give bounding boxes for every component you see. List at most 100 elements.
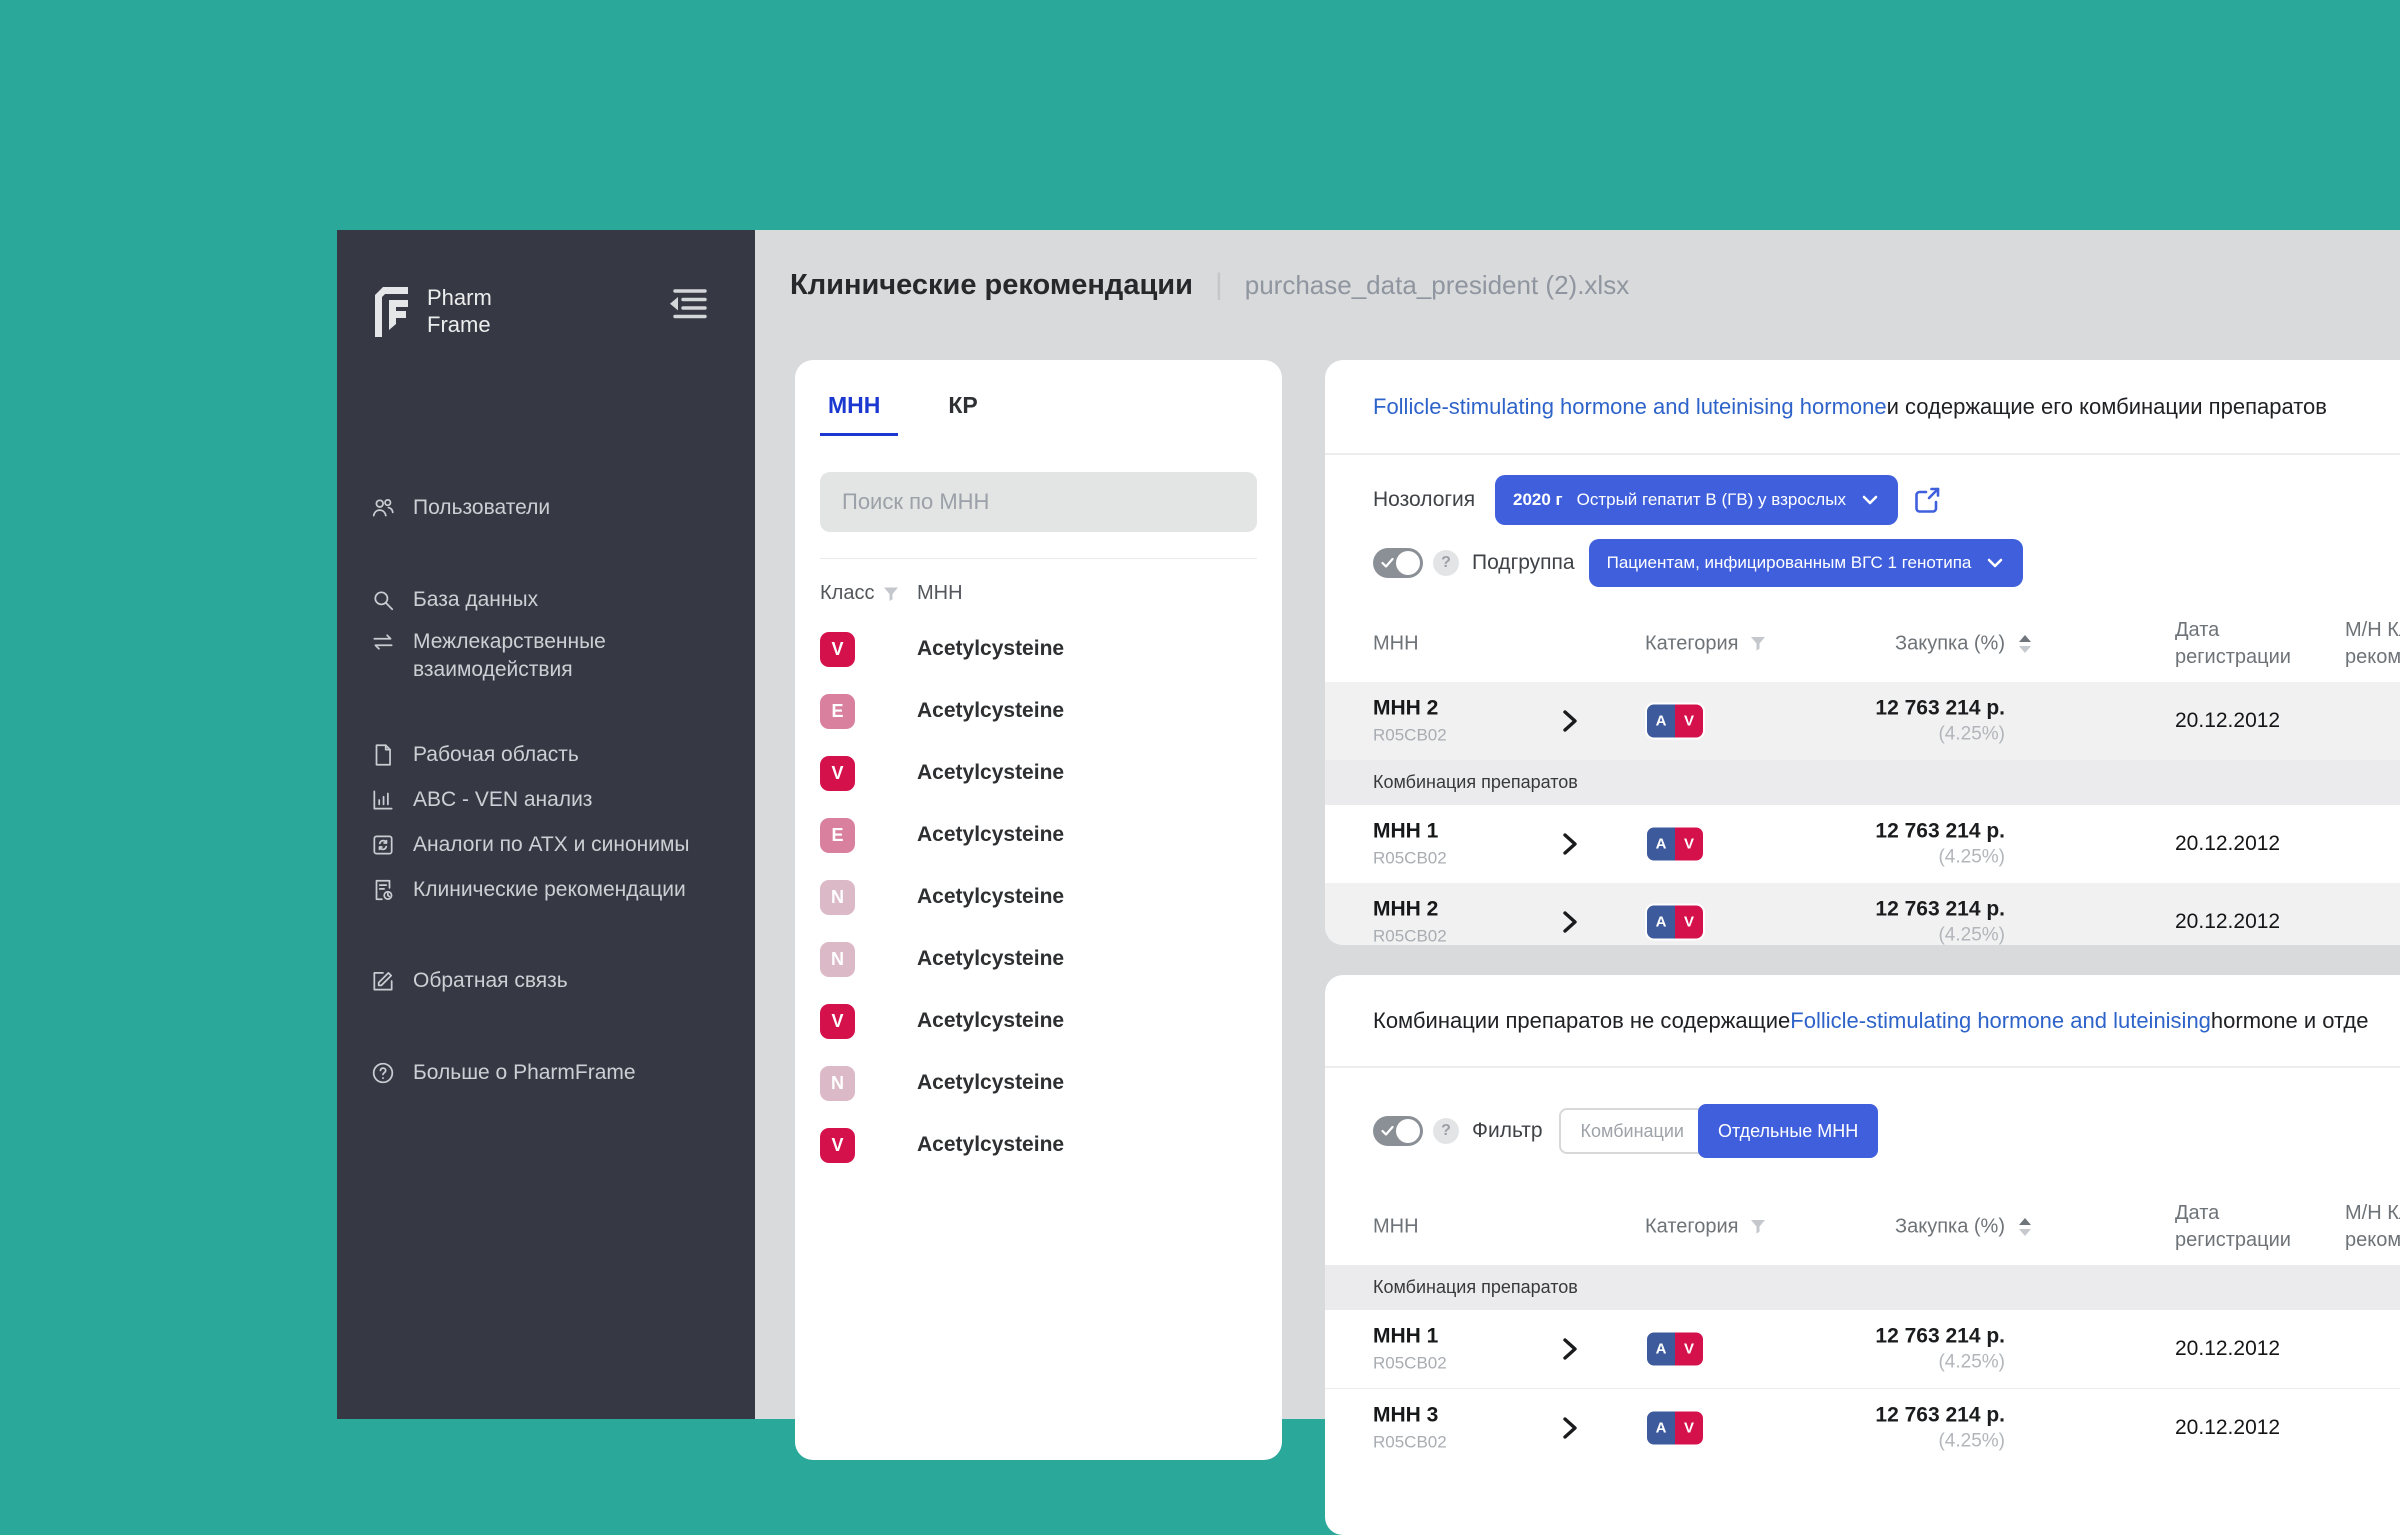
list-item[interactable]: E Acetylcysteine [820, 804, 1257, 866]
table1-header: МНН Категория Закупка (%) Дата регистраци… [1325, 605, 2400, 682]
category-badge: AV [1645, 825, 1705, 863]
chevron-down-icon [1862, 495, 1878, 505]
purchase-amount: 12 763 214 р. [1875, 897, 2005, 921]
sidebar-item-database[interactable]: База данных [370, 586, 730, 614]
sidebar-item-users[interactable]: Пользователи [370, 494, 730, 522]
expand-chevron-icon[interactable] [1560, 709, 1580, 733]
category-badge: AV [1645, 903, 1705, 941]
mnn-column-header: МНН [917, 582, 963, 604]
combinations-without-hormone-panel: Комбинации препаратов не содержащие Foll… [1325, 975, 2400, 1535]
sidebar-item-abc-ven[interactable]: ABC - VEN анализ [370, 786, 730, 814]
sidebar-item-label: ABC - VEN анализ [413, 788, 593, 811]
list-item[interactable]: N Acetylcysteine [820, 1052, 1257, 1114]
col-category: Категория [1645, 632, 1767, 655]
col-reg-date: Дата регистрации [2175, 1201, 2291, 1251]
row-mnn-name: МНН 1 [1373, 1324, 1439, 1348]
registration-date: 20.12.2012 [2175, 709, 2281, 732]
purchase-percent: (4.25%) [1938, 924, 2005, 946]
group-row: Комбинация препаратов [1325, 760, 2400, 805]
filter-option-combinations[interactable]: Комбинации [1558, 1108, 1706, 1154]
purchase-percent: (4.25%) [1938, 846, 2005, 868]
brand-logo: Pharm Frame [368, 280, 492, 338]
purchase-amount: 12 763 214 р. [1875, 1403, 2005, 1426]
hormone-link[interactable]: Follicle-stimulating hormone and luteini… [1790, 1008, 2211, 1034]
row-atc-code: R05CB02 [1373, 1353, 1447, 1373]
loaded-file-name: purchase_data_president (2).xlsx [1244, 270, 1630, 300]
row-atc-code: R05CB02 [1373, 926, 1447, 946]
drug-list-header: Класс МНН [820, 582, 963, 612]
filter-toggle[interactable] [1373, 1116, 1423, 1146]
subgroup-toggle[interactable] [1373, 548, 1423, 578]
users-icon [370, 495, 396, 521]
group-row: Комбинация препаратов [1325, 1265, 2400, 1310]
purchase-percent: (4.25%) [1938, 723, 2005, 745]
sidebar-item-feedback[interactable]: Обратная связь [370, 967, 730, 995]
check-icon [1381, 1125, 1394, 1136]
sidebar-collapse-icon[interactable] [665, 286, 709, 322]
purchase-percent: (4.25%) [1938, 1351, 2005, 1373]
col-purchase: Закупка (%) [1895, 632, 2005, 654]
tab-mnn[interactable]: МНН [820, 392, 899, 436]
list-item[interactable]: V Acetylcysteine [820, 1114, 1257, 1176]
table-row[interactable]: МНН 3 R05CB02 AV 12 763 214 р. (4.25%) 20.… [1325, 1388, 2400, 1466]
sort-icon[interactable] [2017, 632, 2033, 656]
tab-kr[interactable]: КР [948, 392, 977, 436]
list-item[interactable]: V Acetylcysteine [820, 618, 1257, 680]
purchase-amount: 12 763 214 р. [1875, 696, 2005, 720]
class-filter[interactable]: Класс [820, 582, 900, 605]
table-row[interactable]: МНН 2 R05CB02 AV 12 763 214 р. (4.25%) 20.… [1325, 682, 2400, 760]
class-badge: E [820, 693, 855, 729]
header-separator: | [1214, 268, 1223, 301]
class-badge: V [820, 755, 855, 791]
sidebar: Pharm Frame Пользователи База данных Меж… [337, 230, 755, 1419]
table-row[interactable]: МНН 2 R05CB02 AV 12 763 214 р. (4.25%) 20.… [1325, 883, 2400, 945]
hormone-link[interactable]: Follicle-stimulating hormone and luteini… [1373, 394, 1887, 420]
class-badge: E [820, 817, 855, 853]
list-item[interactable]: E Acetylcysteine [820, 680, 1257, 742]
table2-header: МНН Категория Закупка (%) Дата регистраци… [1325, 1188, 2400, 1265]
class-badge: V [820, 1127, 855, 1163]
filter-option-individual-mnn[interactable]: Отдельные МНН [1697, 1104, 1879, 1158]
expand-chevron-icon[interactable] [1560, 832, 1580, 856]
sidebar-item-label: База данных [413, 588, 539, 611]
sidebar-item-label: Пользователи [413, 496, 551, 519]
filter-segmented-control: Комбинации Отдельные МНН [1558, 1104, 1879, 1158]
col-purchase: Закупка (%) [1895, 1215, 2005, 1237]
row-mnn-name: МНН 1 [1373, 819, 1439, 843]
interactions-icon [370, 629, 396, 655]
expand-chevron-icon[interactable] [1560, 1416, 1580, 1440]
expand-chevron-icon[interactable] [1560, 1337, 1580, 1361]
sidebar-item-atx-analogs[interactable]: Аналоги по АТХ и синонимы [370, 831, 730, 859]
chevron-down-icon [1988, 558, 2003, 568]
list-item[interactable]: V Acetylcysteine [820, 990, 1257, 1052]
page-title: Клинические рекомендации [790, 269, 1193, 301]
list-item[interactable]: N Acetylcysteine [820, 928, 1257, 990]
col-category: Категория [1645, 1215, 1767, 1238]
table-row[interactable]: МНН 1 R05CB02 AV 12 763 214 р. (4.25%) 20.… [1325, 805, 2400, 883]
col-mnn: МНН [1373, 632, 1419, 654]
panel2-title: Комбинации препаратов не содержащие Foll… [1325, 975, 2400, 1068]
external-link-icon[interactable] [1912, 485, 1942, 515]
search-input[interactable] [820, 472, 1257, 532]
sidebar-item-workspace[interactable]: Рабочая область [370, 741, 730, 769]
sort-icon[interactable] [2017, 1215, 2033, 1239]
list-item[interactable]: N Acetylcysteine [820, 866, 1257, 928]
list-item[interactable]: V Acetylcysteine [820, 742, 1257, 804]
sidebar-item-interactions[interactable]: Межлекарственные взаимодействия [370, 628, 730, 684]
category-badge: AV [1645, 702, 1705, 740]
help-icon[interactable]: ? [1433, 550, 1459, 576]
subgroup-dropdown[interactable]: Пациентам, инфицированным ВГС 1 генотипа [1588, 539, 2024, 587]
sidebar-item-label: Аналоги по АТХ и синонимы [413, 833, 690, 856]
class-badge: V [820, 631, 855, 667]
sidebar-item-clinical-recommendations[interactable]: Клинические рекомендации [370, 876, 730, 904]
expand-chevron-icon[interactable] [1560, 910, 1580, 934]
purchase-percent: (4.25%) [1938, 1430, 2005, 1451]
help-icon[interactable]: ? [1433, 1118, 1459, 1144]
toggle-knob [1396, 1119, 1420, 1143]
col-mh-recommendations: М/Н Клрекоме [2345, 1201, 2400, 1251]
sidebar-item-label: Обратная связь [413, 969, 568, 992]
nosology-dropdown[interactable]: 2020 г Острый гепатит В (ГВ) у взрослых [1495, 475, 1898, 525]
col-mh-recommendations: М/Н Клрекоме [2345, 618, 2400, 668]
sidebar-item-about[interactable]: Больше о PharmFrame [370, 1059, 730, 1087]
table-row[interactable]: МНН 1 R05CB02 AV 12 763 214 р. (4.25%) 20.… [1325, 1310, 2400, 1388]
